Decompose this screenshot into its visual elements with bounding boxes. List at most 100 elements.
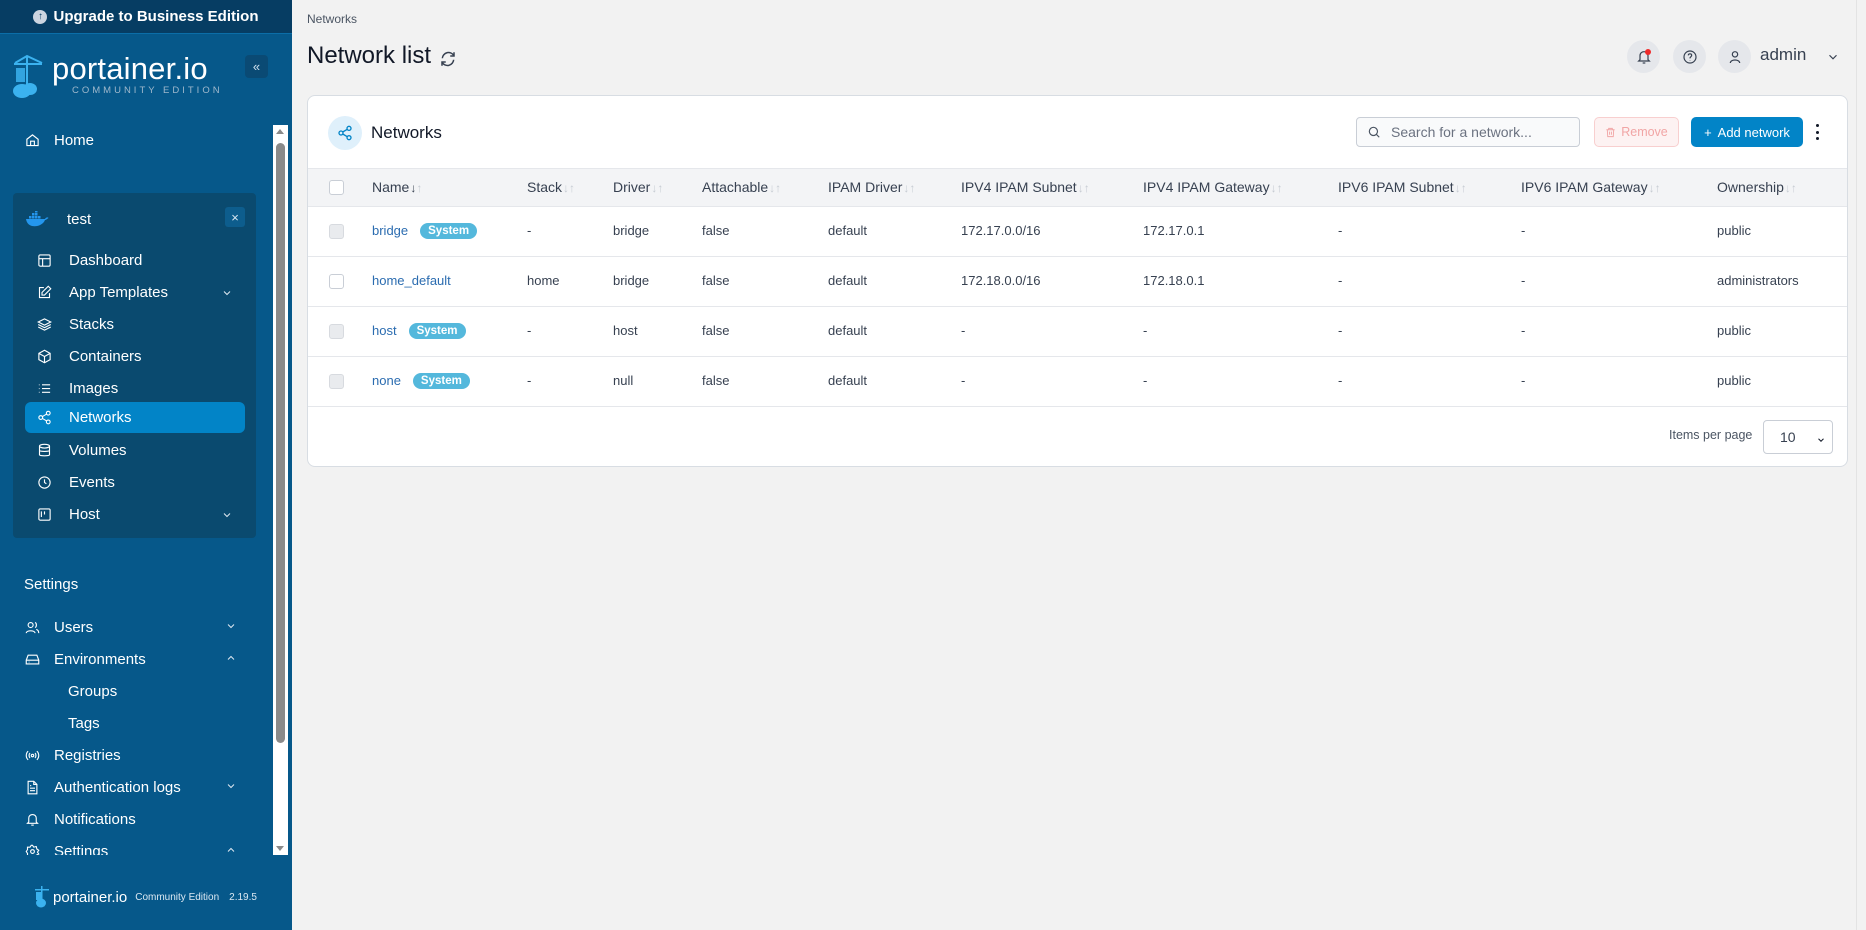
chevron-up-icon[interactable] [225, 651, 239, 665]
column-header-stack[interactable]: Stack↓↑ [527, 179, 575, 195]
sort-icon: ↓↑ [1454, 181, 1467, 195]
cell-ipam-driver: default [828, 373, 868, 388]
sidebar-item-app-templates[interactable]: App Templates [25, 277, 245, 308]
more-options-icon[interactable] [1811, 121, 1823, 143]
list-icon [37, 381, 53, 397]
arrow-up-circle-icon: ↑ [33, 9, 48, 24]
items-per-page-value: 10 [1780, 429, 1796, 445]
chevron-down-icon[interactable] [225, 779, 239, 793]
sidebar-item-dashboard[interactable]: Dashboard [25, 245, 245, 276]
upgrade-banner[interactable]: ↑ Upgrade to Business Edition [0, 0, 292, 34]
chevron-up-icon[interactable] [225, 843, 239, 855]
portainer-logo-icon [35, 886, 49, 908]
sidebar-item-label: Stacks [69, 316, 115, 333]
sidebar-item-stacks[interactable]: Stacks [25, 309, 245, 340]
column-header-driver[interactable]: Driver↓↑ [613, 179, 663, 195]
sidebar-item-label: Notifications [54, 810, 136, 828]
environment-header: test × [25, 205, 245, 233]
sidebar-item-volumes[interactable]: Volumes [25, 435, 245, 466]
network-name-link[interactable]: home_default [372, 273, 451, 288]
sidebar-item-notifications[interactable]: Notifications [24, 804, 249, 834]
search-field[interactable] [1356, 117, 1580, 147]
column-header-attachable[interactable]: Attachable↓↑ [702, 179, 781, 195]
table-row: host System - host false default - - - - public [308, 307, 1847, 357]
bell-icon [24, 811, 40, 827]
scrollbar-thumb[interactable] [276, 143, 285, 743]
column-header-ipv4-subnet[interactable]: IPV4 IPAM Subnet↓↑ [961, 179, 1090, 195]
logo-text: portainer.io [52, 51, 208, 86]
settings-section-label: Settings [24, 576, 79, 593]
close-environment-button[interactable]: × [225, 207, 245, 227]
add-network-button[interactable]: + Add network [1691, 117, 1803, 147]
notifications-button[interactable] [1627, 40, 1660, 73]
sidebar-item-home[interactable]: Home [24, 125, 249, 155]
items-per-page-select[interactable]: 10 [1763, 420, 1833, 454]
sidebar-item-groups[interactable]: Groups [68, 676, 117, 706]
page-title-wrap: Network list [307, 42, 457, 70]
sidebar-item-registries[interactable]: Registries [24, 740, 249, 770]
scroll-up-arrow-icon[interactable] [276, 129, 284, 134]
cell-ipam-driver: default [828, 223, 868, 238]
sidebar-item-containers[interactable]: Containers [25, 341, 245, 372]
share-icon [328, 116, 362, 150]
cell-ipv6-subnet: - [1338, 273, 1343, 288]
sidebar-item-users[interactable]: Users [24, 612, 249, 642]
trello-icon [37, 507, 53, 523]
search-icon [1368, 126, 1380, 138]
refresh-icon[interactable] [439, 47, 457, 67]
network-name-link[interactable]: bridge [372, 223, 408, 238]
sidebar-item-label: Users [54, 618, 94, 636]
sidebar-item-settings[interactable]: Settings [24, 836, 249, 855]
upgrade-label: Upgrade to Business Edition [53, 8, 259, 25]
sidebar-item-host[interactable]: Host [25, 499, 245, 530]
user-icon [1729, 50, 1740, 63]
scroll-down-arrow-icon[interactable] [276, 846, 284, 851]
cell-ipv6-gateway: - [1521, 273, 1526, 288]
system-badge: System [408, 323, 466, 339]
help-button[interactable] [1673, 40, 1706, 73]
cell-ipv4-gateway: 172.18.0.1 [1143, 273, 1205, 288]
chevron-down-icon[interactable] [221, 508, 233, 525]
footer-logo: portainer.io Community Edition 2.19.5 [35, 886, 257, 908]
search-input[interactable] [1391, 124, 1571, 140]
column-header-ipv4-gateway[interactable]: IPV4 IPAM Gateway↓↑ [1143, 179, 1283, 195]
select-all-checkbox[interactable] [329, 180, 344, 195]
chevron-down-icon[interactable] [225, 619, 239, 633]
sort-icon: ↓↑ [651, 181, 664, 195]
collapse-sidebar-button[interactable]: « [245, 55, 268, 78]
column-header-ipv6-gateway[interactable]: IPV6 IPAM Gateway↓↑ [1521, 179, 1661, 195]
user-avatar-button[interactable] [1718, 40, 1751, 73]
network-name-link[interactable]: host [372, 323, 397, 338]
sidebar-item-images[interactable]: Images [25, 373, 245, 404]
chevron-down-icon[interactable] [1826, 50, 1840, 69]
row-checkbox[interactable] [329, 274, 344, 289]
sidebar-scrollbar[interactable] [273, 125, 288, 855]
page-title: Network list [307, 42, 432, 69]
cell-ipv6-gateway: - [1521, 323, 1526, 338]
sidebar-item-tags[interactable]: Tags [68, 708, 100, 738]
column-header-ownership[interactable]: Ownership↓↑ [1717, 179, 1797, 195]
footer-version: 2.19.5 [229, 891, 257, 903]
remove-button[interactable]: Remove [1594, 117, 1679, 147]
box-icon [37, 349, 53, 365]
cell-name: none System [372, 373, 470, 389]
cell-ipv6-gateway: - [1521, 223, 1526, 238]
sidebar-item-environments[interactable]: Environments [24, 644, 249, 674]
sidebar-item-events[interactable]: Events [25, 467, 245, 498]
network-name-link[interactable]: none [372, 373, 401, 388]
sidebar-item-networks[interactable]: Networks [25, 402, 245, 433]
portainer-logo[interactable]: portainer.io COMMUNITY EDITION [12, 52, 272, 102]
sidebar-item-authentication-logs[interactable]: Authentication logs [24, 772, 249, 802]
column-header-ipv6-subnet[interactable]: IPV6 IPAM Subnet↓↑ [1338, 179, 1467, 195]
column-header-name[interactable]: Name↓↑ [372, 179, 422, 195]
sidebar-nav: Home test × Dashboard App Templates Stac… [0, 125, 292, 855]
page-scrollbar[interactable] [1856, 0, 1866, 930]
cell-attachable: false [702, 323, 730, 338]
footer-logo-text: portainer.io [53, 888, 128, 906]
home-icon [24, 132, 40, 148]
user-name[interactable]: admin [1760, 45, 1806, 65]
column-header-ipam-driver[interactable]: IPAM Driver↓↑ [828, 179, 915, 195]
chevron-down-icon[interactable] [221, 286, 233, 303]
sort-icon: ↓↑ [1077, 181, 1090, 195]
dashboard-icon [37, 253, 53, 269]
